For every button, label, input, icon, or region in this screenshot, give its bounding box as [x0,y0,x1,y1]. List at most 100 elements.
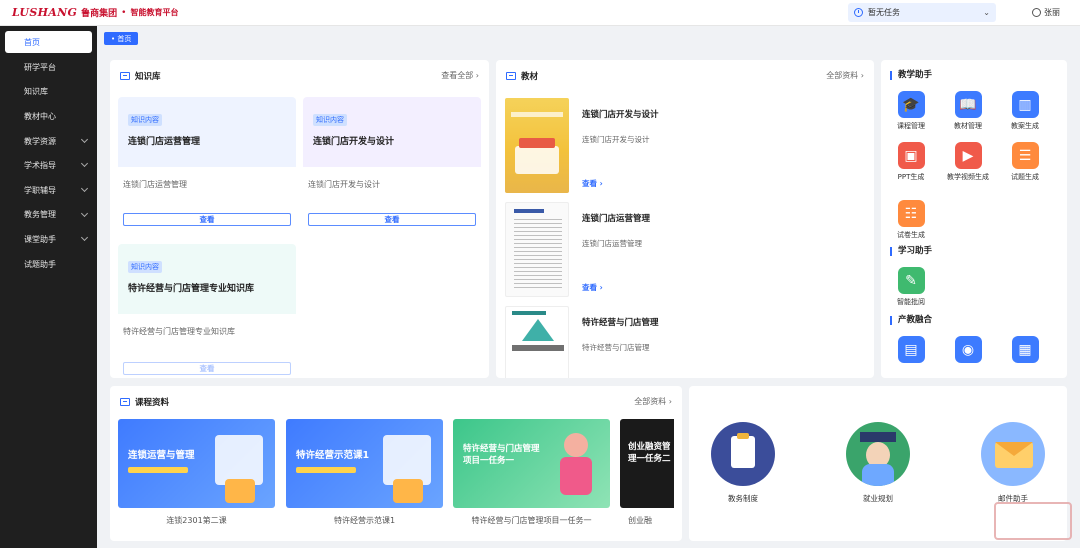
tool-exam-generation[interactable]: ☷ 试卷生成 [888,200,934,240]
tool-industry-1[interactable]: ▤ [888,336,934,363]
course-thumbnail: 连锁运营与管理 [118,419,275,508]
task-dropdown-value: 暂无任务 [868,8,900,17]
sidebar-item-classroom[interactable]: 课堂助手 [0,227,97,252]
tool-industry-3[interactable]: ▦ [1002,336,1048,363]
sidebar-item-label: 学职辅导 [24,185,56,195]
logo-separator: • [121,7,127,18]
course-thumbnail: 特许经营示范课1 [286,419,443,508]
tool-industry-2[interactable]: ◉ [945,336,991,363]
sidebar-item-label: 试题助手 [24,259,56,269]
knowledge-item: 知识内容 连锁门店运营管理 连锁门店运营管理 查看 [118,97,296,235]
video-icon: ▶ [954,142,982,169]
folder-icon [120,72,130,80]
task-dropdown[interactable]: 暂无任务 ⌄ [848,3,996,22]
sidebar-item-academic[interactable]: 学术指导 [0,153,97,178]
sidebar-item-textbooks[interactable]: 教材中心 [0,104,97,129]
logo[interactable]: LUSHANG 鲁商集团 • 智能教育平台 [12,6,178,19]
chevron-down-icon [80,160,89,168]
book-cover-image [505,306,569,378]
logo-brand: LUSHANG [12,6,78,19]
sidebar-item-admin[interactable]: 教务管理 [0,203,97,228]
view-button[interactable]: 查看 [123,213,291,226]
chevron-down-icon: ⌄ [983,8,990,17]
id-card-icon: ▤ [897,336,925,363]
knowledge-item-desc: 连锁门店开发与设计 [308,180,380,189]
sidebar-item-home[interactable]: 首页 [5,31,92,53]
tool-smart-grading[interactable]: ✎ 智能批阅 [888,267,934,307]
textbook-desc: 连锁门店运营管理 [582,239,642,248]
course-label: 连锁2301第二课 [166,516,227,525]
clock-icon [854,8,863,17]
textbook-title: 连锁门店开发与设计 [582,110,659,120]
service-label: 就业规划 [863,494,893,503]
sidebar-item-quiz[interactable]: 试题助手 [0,252,97,277]
tab-home[interactable]: • 首页 [104,32,139,45]
sidebar: 首页 研学平台 知识库 教材中心 教学资源 学术指导 学职辅导 教务管理 课堂助… [0,26,97,548]
textbooks-view-all[interactable]: 全部资料 › [826,70,864,81]
textbook-title: 特许经营与门店管理 [582,318,659,328]
document-icon: ☰ [1011,142,1039,169]
envelope-icon [981,422,1045,486]
textbook-item[interactable]: 连锁门店运营管理 连锁门店运营管理 查看 › [505,202,865,302]
course-label: 特许经营与门店管理项目一任务一 [471,516,592,525]
textbooks-card: 教材 全部资料 › 连锁门店开发与设计 连锁门店开发与设计 查看 › 连锁门店运… [496,60,874,378]
tool-course-management[interactable]: 🎓 课程管理 [888,91,934,131]
books-icon: ▥ [1011,91,1039,118]
courses-view-all[interactable]: 全部资料 › [634,396,672,407]
watermark-stamp [994,502,1072,540]
sidebar-item-career[interactable]: 学职辅导 [0,178,97,203]
textbook-view-link[interactable]: 查看 › [582,282,603,293]
course-item[interactable]: 连锁运营与管理 连锁2301第二课 [118,419,275,526]
textbook-item[interactable]: 连锁门店开发与设计 连锁门店开发与设计 查看 › [505,98,865,198]
knowledge-item-title: 特许经营与门店管理专业知识库 [128,284,255,294]
course-item[interactable]: 创业融资管理一任务二 创业融 [620,419,674,526]
course-thumbnail: 特许经营与门店管理项目一任务一 [453,419,610,508]
course-item[interactable]: 特许经营示范课1 特许经营示范课1 [286,419,443,526]
knowledge-item-title: 连锁门店运营管理 [128,137,201,147]
course-thumbnail: 创业融资管理一任务二 [620,419,674,508]
folder-icon [120,398,130,406]
view-button[interactable]: 查看 [123,362,291,375]
knowledge-tag: 知识内容 [313,114,347,126]
tool-video-generation[interactable]: ▶ 教学视频生成 [945,142,991,182]
assistant-icon: ◉ [954,336,982,363]
sidebar-item-research[interactable]: 研学平台 [0,55,97,80]
sidebar-item-label: 学术指导 [24,161,56,171]
course-item[interactable]: 特许经营与门店管理项目一任务一 特许经营与门店管理项目一任务一 [453,419,610,526]
knowledge-view-all[interactable]: 查看全部 › [441,70,479,81]
service-item[interactable]: 邮件助手 [973,422,1053,504]
service-item[interactable]: 就业规划 [838,422,918,504]
sidebar-item-label: 教务管理 [24,210,56,220]
chevron-down-icon [80,135,89,143]
tool-textbook-management[interactable]: 📖 教材管理 [945,91,991,131]
service-item[interactable]: 教务制度 [703,422,783,504]
courses-card: 课程资料 全部资料 › 连锁运营与管理 连锁2301第二课 特许经营示范课1 特… [110,386,682,541]
user-icon [1032,8,1041,17]
tool-ppt-generation[interactable]: ▣ PPT生成 [888,142,934,182]
textbook-item[interactable]: 特许经营与门店管理 特许经营与门店管理 [505,306,865,378]
book-cover-image [505,98,569,193]
user-menu[interactable]: 张丽 [1032,7,1060,18]
tool-lesson-plan[interactable]: ▥ 教案生成 [1002,91,1048,131]
knowledge-item-title: 连锁门店开发与设计 [313,137,395,147]
assistant-card: 教学助手 🎓 课程管理 📖 教材管理 ▥ 教案生成 ▣ PPT生成 ▶ 教学视频… [881,60,1067,378]
sidebar-item-label: 课堂助手 [24,234,56,244]
sidebar-item-resources[interactable]: 教学资源 [0,129,97,154]
industry-education-title: 产教融合 [890,316,932,325]
sidebar-item-label: 首页 [24,37,40,47]
sidebar-item-knowledge[interactable]: 知识库 [0,80,97,105]
graduate-avatar-icon [846,422,910,486]
knowledge-card: 知识库 查看全部 › 知识内容 连锁门店运营管理 连锁门店运营管理 查看 知识内… [110,60,489,378]
knowledge-item-desc: 连锁门店运营管理 [123,180,187,189]
view-button[interactable]: 查看 [308,213,476,226]
knowledge-item: 知识内容 特许经营与门店管理专业知识库 特许经营与门店管理专业知识库 查看 [118,244,296,378]
textbook-view-link[interactable]: 查看 › [582,178,603,189]
tool-question-generation[interactable]: ☰ 试题生成 [1002,142,1048,182]
presentation-icon: ▣ [897,142,925,169]
top-bar: LUSHANG 鲁商集团 • 智能教育平台 暂无任务 ⌄ 张丽 [0,0,1080,26]
graduation-cap-icon: 🎓 [897,91,925,118]
knowledge-tag: 知识内容 [128,261,162,273]
sidebar-item-label: 教材中心 [24,111,56,121]
knowledge-title: 知识库 [120,70,161,82]
sidebar-item-label: 知识库 [24,87,48,97]
